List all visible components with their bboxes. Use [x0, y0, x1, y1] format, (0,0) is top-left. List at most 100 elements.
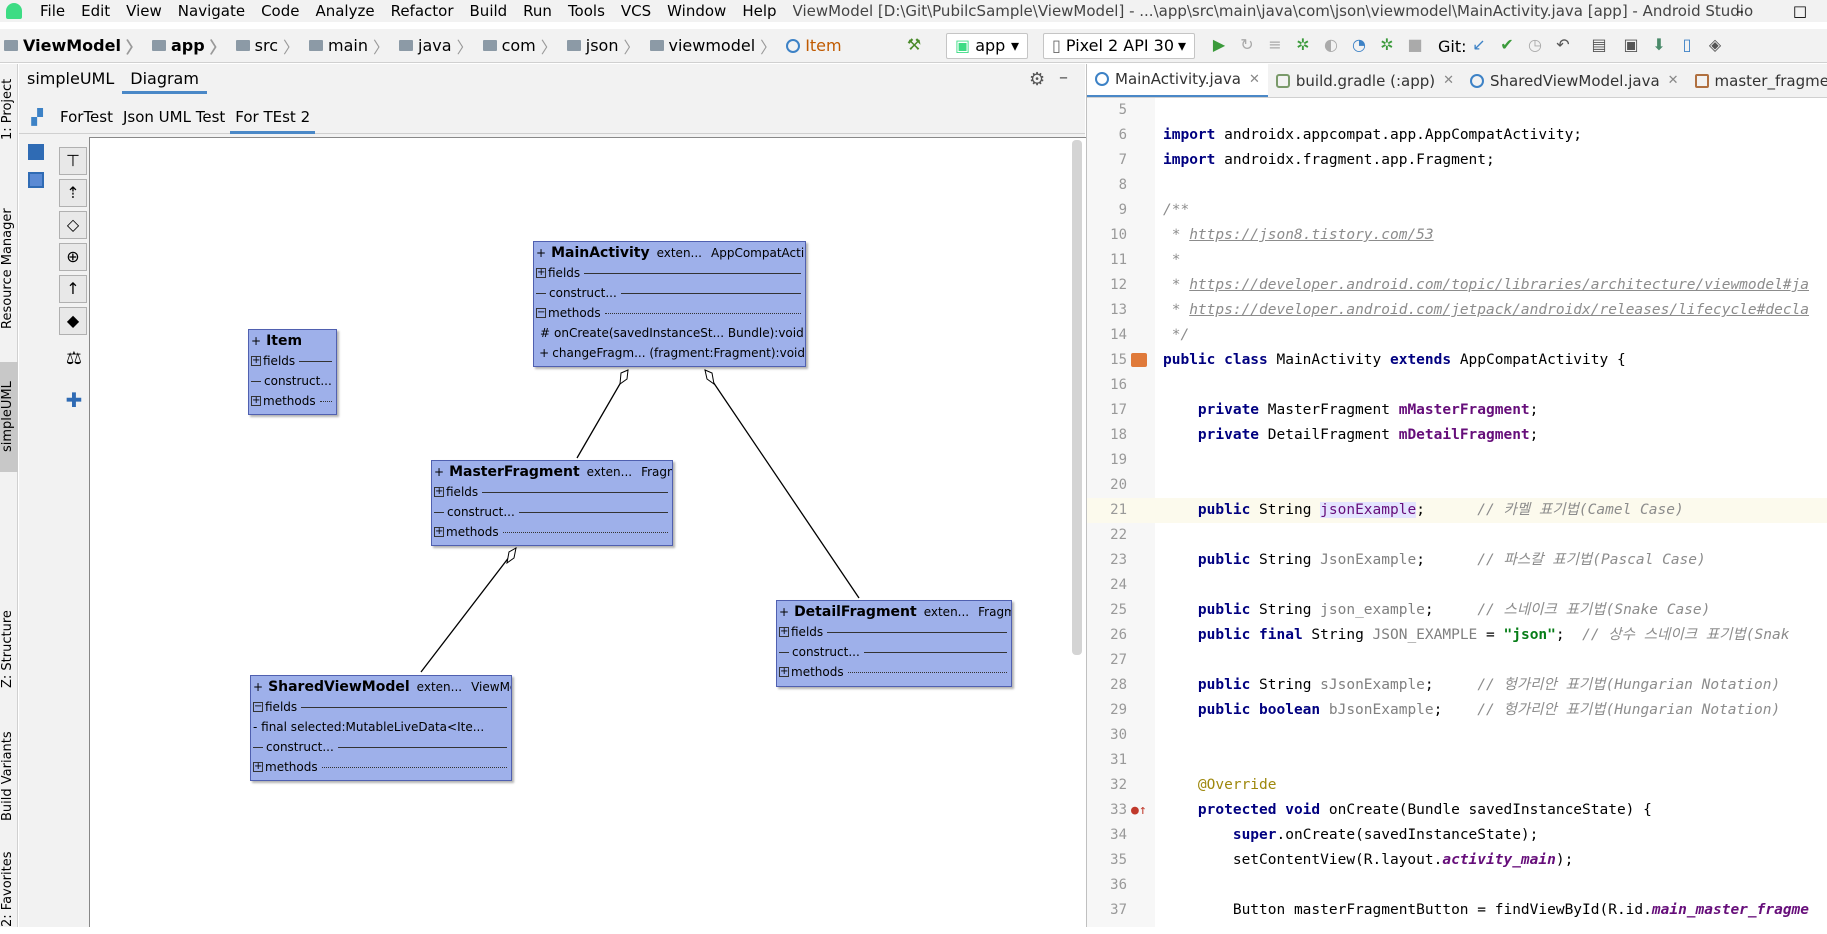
class-box-detailfragment[interactable]: +DetailFragmentexten...Fragment +fields …	[776, 600, 1012, 687]
editor-tab-sharedviewmodel[interactable]: SharedViewModel.java ✕	[1462, 64, 1687, 97]
run-icon[interactable]: ▶	[1210, 36, 1228, 54]
class-box-sharedviewmodel[interactable]: +SharedViewModelexten...ViewModel −field…	[250, 675, 512, 781]
menu-code[interactable]: Code	[253, 0, 307, 22]
git-history-icon[interactable]: ◷	[1526, 36, 1544, 54]
close-icon[interactable]: ✕	[1668, 73, 1679, 88]
run-config-select[interactable]: ▣ app ▾	[946, 33, 1028, 59]
save-diagram-icon[interactable]	[28, 144, 44, 160]
fields-section[interactable]: + fields	[534, 263, 805, 283]
class-box-item[interactable]: + Item + fields construct... + methods	[248, 329, 337, 415]
apply-changes-icon[interactable]: ↻	[1238, 36, 1256, 54]
construct-section[interactable]: construct...	[777, 642, 1011, 662]
code-link[interactable]: https://developer.android.com/topic/libr…	[1189, 277, 1809, 293]
close-icon[interactable]: ✕	[1249, 72, 1260, 87]
export-diagram-icon[interactable]	[28, 172, 44, 188]
breadcrumb-com[interactable]: com 〉	[479, 34, 557, 58]
editor-tab-build-gradle[interactable]: build.gradle (:app) ✕	[1268, 64, 1462, 97]
tab-simpleuml[interactable]: simpleUML	[19, 64, 122, 94]
diagram-canvas[interactable]: +MainActivityexten...AppCompatActi... +f…	[89, 137, 1086, 927]
tab-json-uml-test[interactable]: Json UML Test	[118, 100, 230, 134]
breadcrumb-app[interactable]: app 〉	[148, 34, 226, 58]
fields-section[interactable]: − fields	[251, 697, 511, 717]
debug-icon[interactable]: ✲	[1294, 36, 1312, 54]
method-row[interactable]: + changeFragm... (fragment:Fragment):void	[534, 343, 805, 363]
menu-refactor[interactable]: Refactor	[383, 0, 462, 22]
menu-build[interactable]: Build	[462, 0, 516, 22]
layout-gutter-icon[interactable]	[1131, 353, 1147, 367]
menu-vcs[interactable]: VCS	[613, 0, 659, 22]
menu-run[interactable]: Run	[515, 0, 560, 22]
methods-section[interactable]: + methods	[777, 662, 1011, 682]
code-link[interactable]: https://json8.tistory.com/53	[1189, 227, 1433, 243]
canvas-scrollbar[interactable]	[1072, 140, 1082, 655]
tool-dependency-icon[interactable]: ⊕	[59, 243, 87, 271]
breadcrumb-java[interactable]: java 〉	[395, 34, 473, 58]
fields-section[interactable]: + fields	[249, 351, 336, 371]
apply-code-changes-icon[interactable]: ≡	[1266, 36, 1284, 54]
methods-section[interactable]: + methods	[432, 522, 672, 542]
methods-section[interactable]: + methods	[251, 757, 511, 777]
construct-section[interactable]: construct...	[432, 502, 672, 522]
menu-view[interactable]: View	[118, 0, 170, 22]
attach-debugger-icon[interactable]: ✲	[1378, 36, 1396, 54]
override-gutter-icon[interactable]: ●↑	[1131, 798, 1147, 823]
device-select[interactable]: ▯ Pixel 2 API 30 ▾	[1043, 33, 1195, 59]
tool-aggregation-icon[interactable]: ◇	[59, 211, 87, 239]
git-update-icon[interactable]: ↙	[1470, 36, 1488, 54]
menu-analyze[interactable]: Analyze	[307, 0, 382, 22]
construct-section[interactable]: construct...	[251, 737, 511, 757]
profile-icon[interactable]: ◔	[1350, 36, 1368, 54]
menu-navigate[interactable]: Navigate	[170, 0, 253, 22]
tool-tab-project[interactable]: 1: Project	[0, 74, 18, 144]
methods-section[interactable]: + methods	[249, 391, 336, 411]
fields-section[interactable]: + fields	[432, 482, 672, 502]
hide-panel-icon[interactable]: –	[1059, 67, 1068, 88]
menu-edit[interactable]: Edit	[73, 0, 118, 22]
build-hammer-icon[interactable]: ⚒	[905, 36, 923, 54]
tool-tab-structure[interactable]: Z: Structure	[0, 594, 18, 704]
stop-icon[interactable]: ■	[1406, 36, 1424, 54]
tool-tab-favorites[interactable]: 2: Favorites	[0, 844, 18, 934]
class-box-mainactivity[interactable]: +MainActivityexten...AppCompatActi... +f…	[533, 241, 806, 367]
tool-layout-icon[interactable]: ⚖	[60, 348, 88, 376]
fields-section[interactable]: + fields	[777, 622, 1011, 642]
tab-for-test-2[interactable]: For TEst 2	[230, 100, 316, 134]
editor-tab-mainactivity[interactable]: MainActivity.java ✕	[1087, 64, 1268, 97]
menu-window[interactable]: Window	[659, 0, 734, 22]
code-link[interactable]: https://developer.android.com/jetpack/an…	[1189, 302, 1809, 318]
layout-inspector-icon[interactable]: ▣	[1622, 36, 1640, 54]
editor-tab-master-fragment[interactable]: master_fragme	[1687, 64, 1827, 97]
breadcrumb-item[interactable]: Item	[782, 36, 842, 55]
maximize-button[interactable]: □	[1780, 0, 1820, 22]
tool-realization-icon[interactable]: ⇡	[59, 179, 87, 207]
tool-tab-resource-manager[interactable]: Resource Manager	[0, 184, 18, 354]
method-row[interactable]: # onCreate(savedInstanceSt... Bundle):voi…	[534, 323, 805, 343]
device-file-explorer-icon[interactable]: ◈	[1706, 36, 1724, 54]
close-icon[interactable]: ✕	[1443, 73, 1454, 88]
tool-tab-simpleuml[interactable]: simpleUML	[0, 362, 18, 472]
methods-section[interactable]: − methods	[534, 303, 805, 323]
tool-composition-icon[interactable]: ◆	[59, 307, 87, 335]
menu-tools[interactable]: Tools	[560, 0, 613, 22]
class-box-masterfragment[interactable]: +MasterFragmentexten...Fragment +fields …	[431, 460, 673, 546]
git-rollback-icon[interactable]: ↶	[1554, 36, 1572, 54]
construct-section[interactable]: construct...	[534, 283, 805, 303]
add-class-icon[interactable]: ✚	[60, 388, 88, 416]
breadcrumb-project[interactable]: ViewModel 〉	[0, 34, 142, 58]
menu-file[interactable]: File	[32, 0, 73, 22]
tab-fortest[interactable]: ForTest	[55, 100, 118, 134]
project-structure-icon[interactable]: ▤	[1590, 36, 1608, 54]
construct-section[interactable]: construct...	[249, 371, 336, 391]
sdk-manager-icon[interactable]: ⬇	[1650, 36, 1668, 54]
git-commit-icon[interactable]: ✔	[1498, 36, 1516, 54]
field-row[interactable]: - final selected:MutableLiveData<Ite...	[251, 717, 511, 737]
avd-manager-icon[interactable]: ▯	[1678, 36, 1696, 54]
settings-gear-icon[interactable]: ⚙	[1029, 69, 1045, 90]
coverage-icon[interactable]: ◐	[1322, 36, 1340, 54]
breadcrumb-src[interactable]: src 〉	[232, 34, 299, 58]
tool-tab-build-variants[interactable]: Build Variants	[0, 714, 18, 839]
menu-help[interactable]: Help	[734, 0, 784, 22]
minimize-button[interactable]: –	[1720, 0, 1760, 22]
breadcrumb-main[interactable]: main 〉	[305, 34, 389, 58]
tab-diagram[interactable]: Diagram	[122, 64, 207, 94]
